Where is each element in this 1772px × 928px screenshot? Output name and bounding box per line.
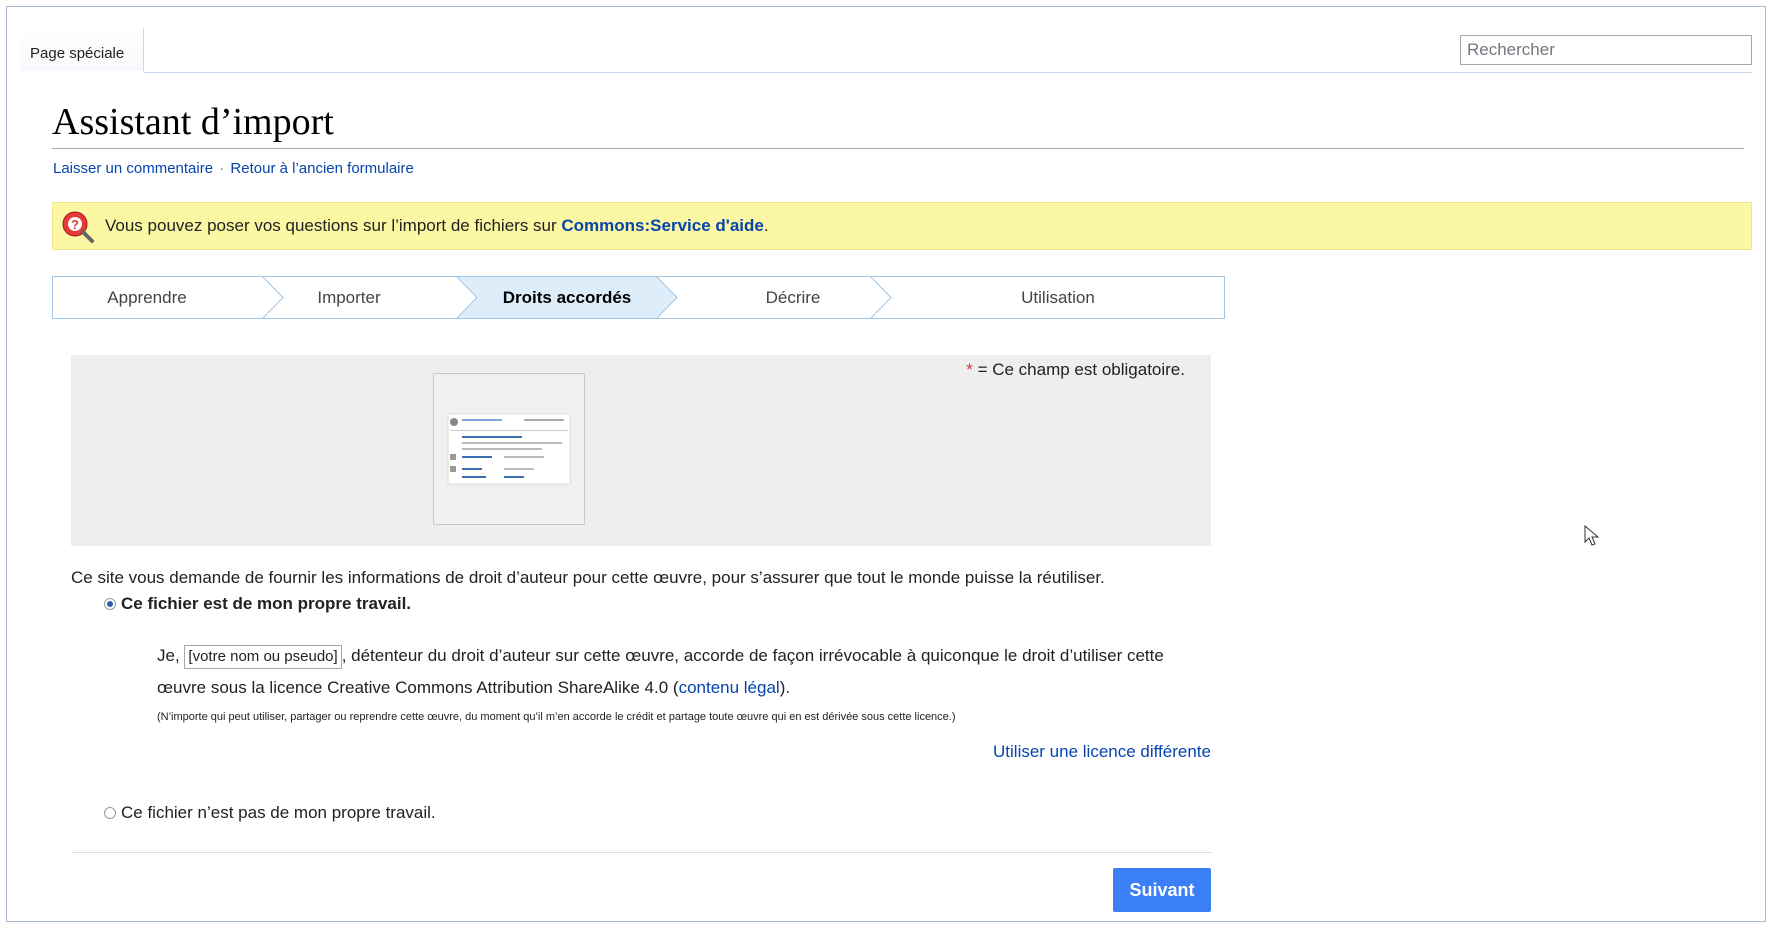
page-title: Assistant d’import bbox=[52, 101, 334, 143]
thumbnail-image bbox=[447, 413, 571, 485]
file-thumbnail bbox=[433, 373, 585, 525]
rights-intro-text: Ce site vous demande de fournir les info… bbox=[71, 568, 1105, 587]
notice-end: . bbox=[763, 216, 769, 235]
mouse-cursor-icon bbox=[1584, 525, 1600, 546]
sublinks-separator: · bbox=[219, 160, 225, 177]
not-own-work-radio[interactable] bbox=[104, 807, 116, 819]
own-work-label[interactable]: Ce fichier est de mon propre travail. bbox=[121, 594, 411, 614]
tab-bar-divider bbox=[144, 72, 1752, 73]
help-search-icon: ? bbox=[62, 211, 94, 243]
own-work-radio[interactable] bbox=[104, 598, 116, 610]
help-desk-link[interactable]: Commons:Service d'aide bbox=[561, 216, 763, 235]
legal-content-link[interactable]: contenu légal bbox=[679, 678, 780, 697]
author-name-input[interactable]: [votre nom ou pseudo] bbox=[184, 644, 342, 669]
use-different-license-link[interactable]: Utiliser une licence différente bbox=[993, 742, 1211, 762]
own-work-option[interactable]: Ce fichier est de mon propre travail. bbox=[104, 594, 411, 614]
decl-end: ). bbox=[779, 678, 791, 697]
required-star: * bbox=[966, 360, 973, 379]
old-form-link[interactable]: Retour à l’ancien formulaire bbox=[230, 160, 413, 177]
file-preview-area: * = Ce champ est obligatoire. bbox=[71, 355, 1211, 546]
feedback-link[interactable]: Laisser un commentaire bbox=[53, 160, 213, 177]
page-sublinks: Laisser un commentaire · Retour à l’anci… bbox=[53, 160, 414, 177]
next-button[interactable]: Suivant bbox=[1113, 868, 1211, 912]
search-input[interactable]: Rechercher bbox=[1460, 35, 1752, 65]
required-field-note: * = Ce champ est obligatoire. bbox=[966, 360, 1185, 380]
required-text: = Ce champ est obligatoire. bbox=[972, 360, 1185, 379]
license-declaration: Je, [votre nom ou pseudo], détenteur du … bbox=[157, 640, 1217, 704]
license-explanation: (N’importe qui peut utiliser, partager o… bbox=[157, 711, 956, 723]
not-own-work-option[interactable]: Ce fichier n’est pas de mon propre trava… bbox=[104, 803, 436, 823]
not-own-work-label[interactable]: Ce fichier n’est pas de mon propre trava… bbox=[121, 803, 436, 823]
form-footer-divider bbox=[71, 852, 1211, 853]
step-separators bbox=[262, 277, 892, 318]
notice-text: Vous pouvez poser vos questions sur l’im… bbox=[105, 216, 562, 235]
svg-text:?: ? bbox=[71, 217, 79, 232]
help-notice: ? Vous pouvez poser vos questions sur l’… bbox=[52, 202, 1752, 250]
tab-special-page[interactable]: Page spéciale bbox=[20, 28, 144, 72]
wizard-steps: Apprendre Importer Droits accordés Décri… bbox=[52, 276, 1225, 319]
title-divider bbox=[52, 148, 1744, 149]
decl-prefix: Je, bbox=[157, 646, 180, 665]
